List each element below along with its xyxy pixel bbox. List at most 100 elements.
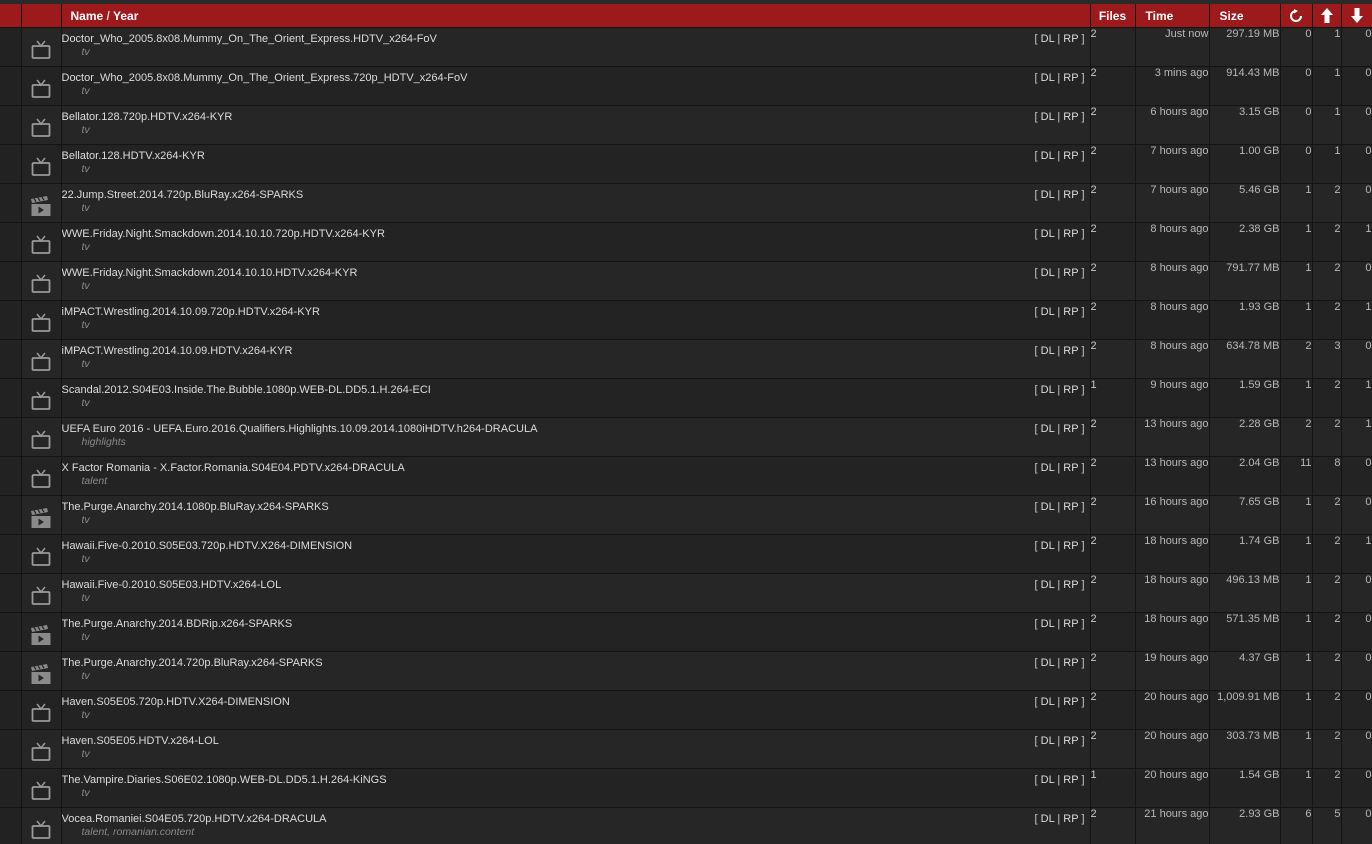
category-cell[interactable] xyxy=(21,144,62,184)
torrent-name-link[interactable]: WWE.Friday.Night.Smackdown.2014.10.10.72… xyxy=(62,223,1090,240)
dl-link[interactable]: DL xyxy=(1041,228,1055,240)
dl-link[interactable]: DL xyxy=(1041,423,1055,435)
dl-link[interactable]: DL xyxy=(1041,774,1055,786)
torrent-name-link[interactable]: Hawaii.Five-0.2010.S05E03.720p.HDTV.X264… xyxy=(62,535,1090,552)
dl-link[interactable]: DL xyxy=(1041,462,1055,474)
rp-link[interactable]: RP xyxy=(1063,618,1078,630)
row-blank-cell xyxy=(0,651,22,691)
category-cell[interactable] xyxy=(21,612,62,652)
seeders-count: 2 xyxy=(1312,768,1342,808)
torrent-name-link[interactable]: Scandal.2012.S04E03.Inside.The.Bubble.10… xyxy=(62,379,1090,396)
rp-link[interactable]: RP xyxy=(1063,813,1078,825)
category-cell[interactable] xyxy=(21,729,62,769)
torrent-name-link[interactable]: Doctor_Who_2005.8x08.Mummy_On_The_Orient… xyxy=(62,28,1090,45)
header-name-year[interactable]: Name / Year xyxy=(61,4,1091,28)
rp-link[interactable]: RP xyxy=(1063,735,1078,747)
rp-link[interactable]: RP xyxy=(1063,540,1078,552)
dl-link[interactable]: DL xyxy=(1041,111,1055,123)
rp-link[interactable]: RP xyxy=(1063,462,1078,474)
rp-link[interactable]: RP xyxy=(1063,774,1078,786)
rp-link[interactable]: RP xyxy=(1063,696,1078,708)
rp-link[interactable]: RP xyxy=(1063,111,1078,123)
torrent-name-link[interactable]: 22.Jump.Street.2014.720p.BluRay.x264-SPA… xyxy=(62,184,1090,201)
category-cell[interactable] xyxy=(21,27,62,67)
category-cell[interactable] xyxy=(21,222,62,262)
row-blank-cell xyxy=(0,183,22,223)
torrent-name-link[interactable]: The.Purge.Anarchy.2014.720p.BluRay.x264-… xyxy=(62,652,1090,669)
rp-link[interactable]: RP xyxy=(1063,345,1078,357)
rp-link[interactable]: RP xyxy=(1063,423,1078,435)
category-cell[interactable] xyxy=(21,495,62,535)
rp-link[interactable]: RP xyxy=(1063,501,1078,513)
dl-link[interactable]: DL xyxy=(1041,618,1055,630)
upload-time: 9 hours ago xyxy=(1135,378,1210,418)
rp-link[interactable]: RP xyxy=(1063,33,1078,45)
category-cell[interactable] xyxy=(21,768,62,808)
header-size[interactable]: Size xyxy=(1209,4,1281,28)
dl-link[interactable]: DL xyxy=(1041,306,1055,318)
dl-link[interactable]: DL xyxy=(1041,540,1055,552)
torrent-name-link[interactable]: The.Vampire.Diaries.S06E02.1080p.WEB-DL.… xyxy=(62,769,1090,786)
rp-link[interactable]: RP xyxy=(1063,150,1078,162)
category-cell[interactable] xyxy=(21,573,62,613)
torrent-name-link[interactable]: Haven.S05E05.HDTV.x264-LOL xyxy=(62,730,1090,747)
torrent-name-link[interactable]: Bellator.128.HDTV.x264-KYR xyxy=(62,145,1090,162)
dl-link[interactable]: DL xyxy=(1041,735,1055,747)
torrent-name-link[interactable]: Hawaii.Five-0.2010.S05E03.HDTV.x264-LOL xyxy=(62,574,1090,591)
dl-link[interactable]: DL xyxy=(1041,696,1055,708)
rp-link[interactable]: RP xyxy=(1063,267,1078,279)
torrent-name-link[interactable]: X Factor Romania - X.Factor.Romania.S04E… xyxy=(62,457,1090,474)
torrent-name-link[interactable]: The.Purge.Anarchy.2014.BDRip.x264-SPARKS xyxy=(62,613,1090,630)
torrent-name-link[interactable]: UEFA Euro 2016 - UEFA.Euro.2016.Qualifie… xyxy=(62,418,1090,435)
rp-link[interactable]: RP xyxy=(1063,579,1078,591)
category-cell[interactable] xyxy=(21,807,62,844)
category-cell[interactable] xyxy=(21,690,62,730)
torrent-name-link[interactable]: Bellator.128.720p.HDTV.x264-KYR xyxy=(62,106,1090,123)
download-links: [ DL | RP ] xyxy=(1035,384,1085,396)
rp-link[interactable]: RP xyxy=(1063,72,1078,84)
bracket-open: [ xyxy=(1034,72,1038,84)
category-cell[interactable] xyxy=(21,183,62,223)
torrent-name-link[interactable]: iMPACT.Wrestling.2014.10.09.HDTV.x264-KY… xyxy=(62,340,1090,357)
header-time[interactable]: Time xyxy=(1135,4,1210,28)
dl-link[interactable]: DL xyxy=(1041,150,1055,162)
rp-link[interactable]: RP xyxy=(1063,189,1078,201)
dl-link[interactable]: DL xyxy=(1041,189,1055,201)
torrent-name-link[interactable]: Haven.S05E05.720p.HDTV.X264-DIMENSION xyxy=(62,691,1090,708)
category-cell[interactable] xyxy=(21,105,62,145)
category-cell[interactable] xyxy=(21,300,62,340)
torrent-name-link[interactable]: WWE.Friday.Night.Smackdown.2014.10.10.HD… xyxy=(62,262,1090,279)
dl-link[interactable]: DL xyxy=(1041,72,1055,84)
category-cell[interactable] xyxy=(21,339,62,379)
category-cell[interactable] xyxy=(21,66,62,106)
category-cell[interactable] xyxy=(21,378,62,418)
rp-link[interactable]: RP xyxy=(1063,306,1078,318)
torrent-size: 297.19 MB xyxy=(1209,27,1281,67)
category-cell[interactable] xyxy=(21,534,62,574)
dl-link[interactable]: DL xyxy=(1041,579,1055,591)
torrent-name-link[interactable]: Vocea.Romaniei.S04E05.720p.HDTV.x264-DRA… xyxy=(62,808,1090,825)
dl-link[interactable]: DL xyxy=(1041,813,1055,825)
header-year[interactable]: Year xyxy=(113,9,138,23)
rp-link[interactable]: RP xyxy=(1063,228,1078,240)
rp-link[interactable]: RP xyxy=(1063,657,1078,669)
category-cell[interactable] xyxy=(21,261,62,301)
rp-link[interactable]: RP xyxy=(1063,384,1078,396)
dl-link[interactable]: DL xyxy=(1041,384,1055,396)
dl-link[interactable]: DL xyxy=(1041,267,1055,279)
header-leechers[interactable] xyxy=(1341,4,1372,28)
torrent-name-link[interactable]: The.Purge.Anarchy.2014.1080p.BluRay.x264… xyxy=(62,496,1090,513)
category-cell[interactable] xyxy=(21,651,62,691)
category-cell[interactable] xyxy=(21,417,62,457)
dl-link[interactable]: DL xyxy=(1041,33,1055,45)
category-cell[interactable] xyxy=(21,456,62,496)
header-seeders[interactable] xyxy=(1312,4,1342,28)
torrent-name-link[interactable]: Doctor_Who_2005.8x08.Mummy_On_The_Orient… xyxy=(62,67,1090,84)
dl-link[interactable]: DL xyxy=(1041,657,1055,669)
dl-link[interactable]: DL xyxy=(1041,501,1055,513)
header-completed[interactable] xyxy=(1280,4,1313,28)
header-files[interactable]: Files xyxy=(1090,4,1136,28)
dl-link[interactable]: DL xyxy=(1041,345,1055,357)
torrent-name-link[interactable]: iMPACT.Wrestling.2014.10.09.720p.HDTV.x2… xyxy=(62,301,1090,318)
header-name[interactable]: Name xyxy=(71,9,104,23)
